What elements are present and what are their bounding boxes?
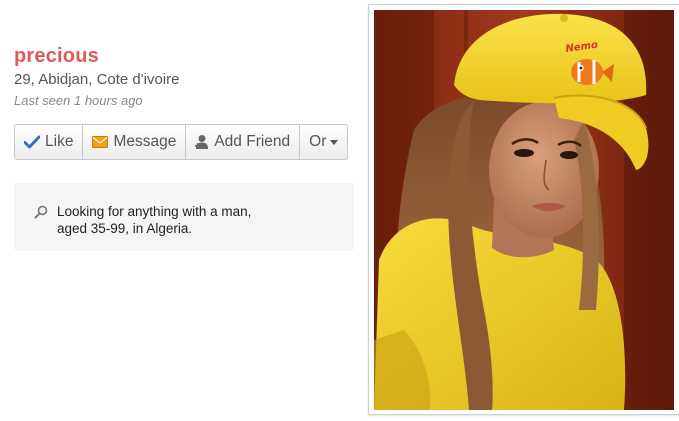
profile-photo-frame[interactable]: Nemo bbox=[368, 4, 679, 415]
caret-down-icon bbox=[330, 139, 339, 145]
looking-for-text: Looking for anything with a man, aged 35… bbox=[57, 203, 297, 237]
looking-for-line-2: aged 35-99, in Algeria. bbox=[57, 221, 193, 236]
looking-for-line-1: Looking for anything with a man, bbox=[57, 204, 252, 219]
like-label: Like bbox=[45, 133, 74, 150]
check-icon bbox=[24, 135, 40, 149]
or-label: Or bbox=[309, 133, 327, 150]
looking-for-box: Looking for anything with a man, aged 35… bbox=[14, 183, 354, 251]
add-friend-label: Add Friend bbox=[214, 133, 291, 150]
add-friend-button[interactable]: Add Friend bbox=[186, 125, 301, 159]
profile-info: precious 29, Abidjan, Cote d'ivoire Last… bbox=[14, 44, 354, 109]
profile-photo[interactable]: Nemo bbox=[374, 10, 674, 410]
profile-details: 29, Abidjan, Cote d'ivoire bbox=[14, 71, 180, 88]
action-button-group: Like Message Add Friend Or bbox=[14, 124, 349, 160]
like-button[interactable]: Like bbox=[15, 125, 84, 159]
search-icon bbox=[34, 205, 48, 224]
last-seen: Last seen 1 hours ago bbox=[14, 93, 143, 108]
person-add-icon bbox=[195, 134, 209, 150]
or-dropdown-button[interactable]: Or bbox=[300, 125, 347, 159]
message-button[interactable]: Message bbox=[83, 125, 187, 159]
envelope-icon bbox=[92, 136, 109, 148]
message-label: Message bbox=[113, 133, 177, 150]
profile-name: precious bbox=[14, 45, 99, 67]
